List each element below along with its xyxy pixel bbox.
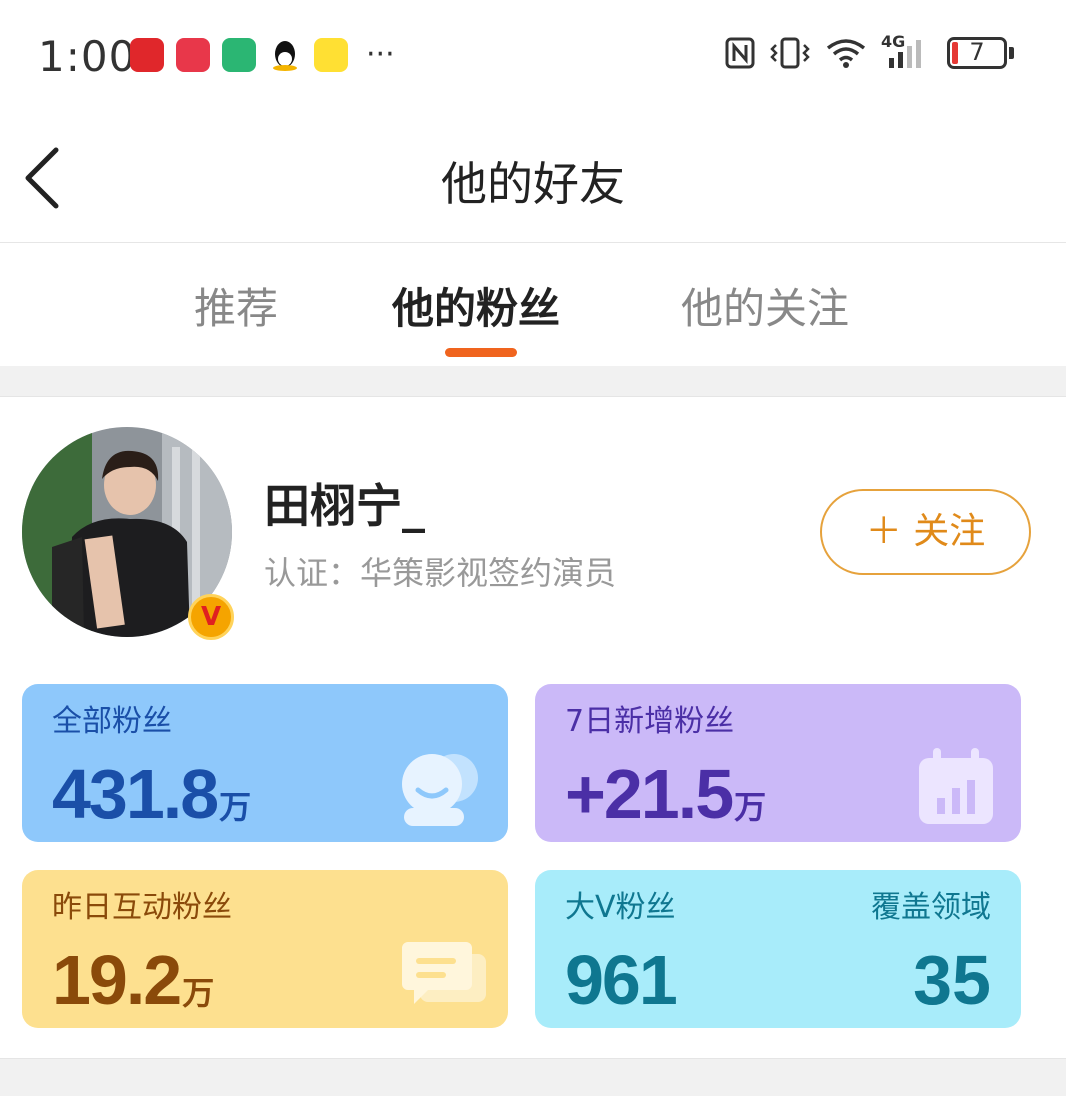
page-title: 他的好友 [441,157,625,211]
section-divider-bottom [0,1058,1066,1096]
mi-home-icon [222,38,256,72]
active-tab-indicator [445,348,517,357]
user-name[interactable]: 田栩宁_ [264,470,425,536]
stat-card-new-fans-7d[interactable]: 7日新增粉丝 +21.5万 [535,684,1021,842]
stat-label: 大V粉丝 [565,890,676,925]
stat-value: +21.5万 [565,755,767,833]
stat-label: 7日新增粉丝 [565,704,735,739]
tab-bar: 推荐 他的粉丝 他的关注 [0,243,1066,365]
stat-label: 全部粉丝 [52,704,172,739]
stat-label: 昨日互动粉丝 [52,890,232,925]
stat-value: 961 [565,941,678,1019]
nfc-icon [725,37,755,69]
battery-icon: 7 [947,37,1007,69]
more-notifications-icon: ··· [366,37,395,72]
status-bar: 1:00 ··· 4G 7 [0,0,1066,110]
navigation-bar: 他的好友 [0,110,1066,243]
verified-badge: V [188,594,234,640]
tab-his-fans[interactable]: 他的粉丝 [392,275,560,336]
stat-label-coverage: 覆盖领域 [871,890,991,925]
fans-icon [402,754,478,826]
stat-value: 19.2万 [52,941,215,1019]
qq-icon [268,38,302,72]
verification-text: 认证：华策影视签约演员 [264,554,617,592]
notification-icons: ··· [130,38,395,72]
status-time: 1:00 [38,32,137,81]
red-app-icon [176,38,210,72]
xianyu-icon [314,38,348,72]
section-divider [0,366,1066,397]
cellular-signal-icon: 4G [881,32,933,70]
chat-icon [402,942,486,1004]
stat-card-all-fans[interactable]: 全部粉丝 431.8万 [22,684,508,842]
tab-his-following[interactable]: 他的关注 [681,275,849,336]
stat-card-interactive-fans[interactable]: 昨日互动粉丝 19.2万 [22,870,508,1028]
vibrate-icon [770,37,810,69]
system-icons: 4G 7 [725,32,1014,70]
follow-button[interactable]: ＋ 关注 [820,489,1031,575]
calendar-chart-icon [919,748,993,824]
tab-recommend[interactable]: 推荐 [194,275,278,336]
battery-level: 7 [969,38,985,66]
stat-value: 431.8万 [52,755,252,833]
battery-tip [1009,47,1014,59]
wifi-icon [826,39,866,68]
huawei-appgallery-icon [130,38,164,72]
stat-value-coverage: 35 [913,941,991,1019]
stat-card-big-v-fans[interactable]: 大V粉丝 961 覆盖领域 35 [535,870,1021,1028]
